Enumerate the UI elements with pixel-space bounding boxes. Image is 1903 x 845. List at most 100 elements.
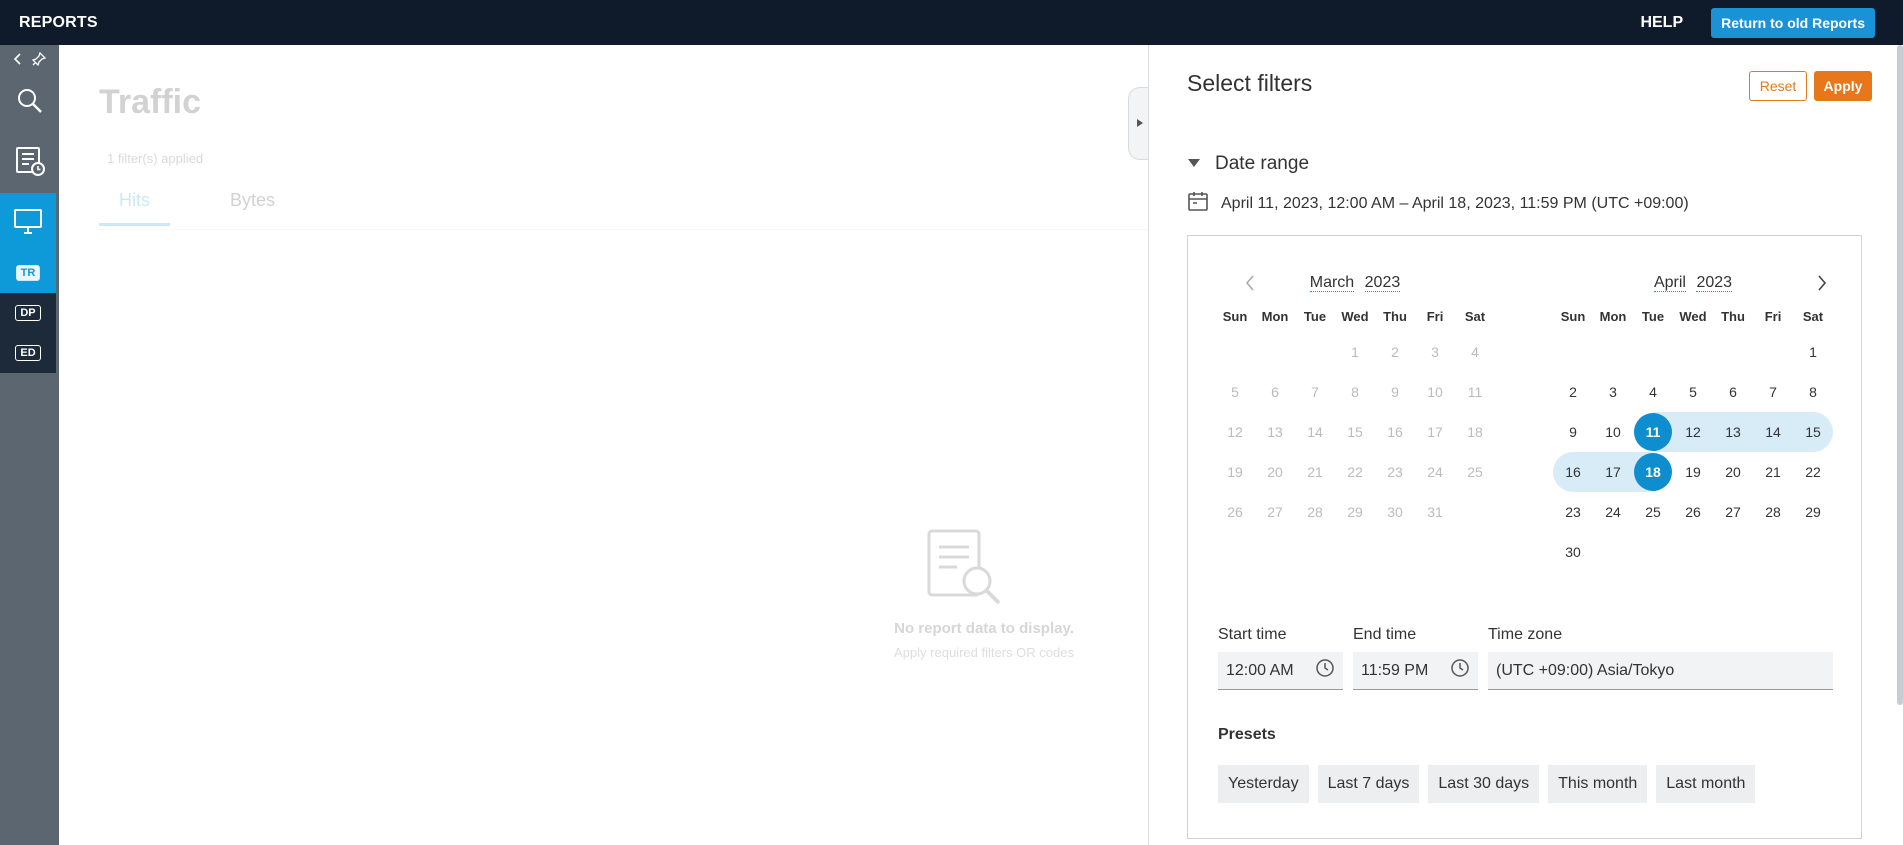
start-time-value: 12:00 AM [1226, 661, 1294, 679]
day-cell[interactable]: 8 [1793, 372, 1833, 412]
day-number: 20 [1725, 464, 1741, 480]
collapse-sidebar-icon[interactable] [10, 51, 26, 67]
day-cell: 8 [1335, 372, 1375, 412]
report-tabs: Hits Bytes [99, 190, 335, 226]
filters-applied-text: 1 filter(s) applied [107, 151, 204, 166]
sidebar-controls [0, 45, 59, 73]
day-cell[interactable]: 4 [1633, 372, 1673, 412]
date-range-section-toggle[interactable]: Date range [1187, 153, 1309, 175]
month-select[interactable]: March [1309, 274, 1355, 292]
help-link[interactable]: HELP [1640, 14, 1683, 32]
day-number: 7 [1311, 384, 1319, 400]
day-number: 27 [1725, 504, 1741, 520]
day-cell[interactable]: 29 [1793, 492, 1833, 532]
day-number: 4 [1471, 344, 1479, 360]
preset-this-month-button[interactable]: This month [1548, 765, 1648, 803]
day-cell[interactable]: 1 [1793, 332, 1833, 372]
date-range-summary: April 11, 2023, 12:00 AM – April 18, 202… [1187, 190, 1689, 217]
weekday-header: Wed [1679, 308, 1707, 324]
next-month-button[interactable] [1811, 272, 1833, 294]
day-number: 30 [1565, 544, 1581, 560]
day-cell[interactable]: 5 [1673, 372, 1713, 412]
reset-button[interactable]: Reset [1749, 71, 1807, 101]
day-cell[interactable]: 17 [1593, 452, 1633, 492]
day-cell[interactable]: 30 [1553, 532, 1593, 572]
day-number: 24 [1605, 504, 1621, 520]
return-to-old-reports-button[interactable]: Return to old Reports [1711, 7, 1875, 38]
day-cell: 30 [1375, 492, 1415, 532]
page-scrollbar[interactable] [1897, 45, 1903, 705]
day-number: 15 [1347, 424, 1363, 440]
day-cell[interactable]: 24 [1593, 492, 1633, 532]
preset-yesterday-button[interactable]: Yesterday [1218, 765, 1309, 803]
calendar-month-label: March 2023 [1307, 274, 1404, 292]
preset-last-7-days-button[interactable]: Last 7 days [1317, 765, 1420, 803]
month-select[interactable]: April [1653, 274, 1686, 292]
day-cell[interactable]: 3 [1593, 372, 1633, 412]
day-number: 21 [1765, 464, 1781, 480]
pin-icon[interactable] [31, 51, 47, 67]
day-cell[interactable]: 9 [1553, 412, 1593, 452]
day-cell[interactable]: 7 [1753, 372, 1793, 412]
preset-last-30-days-button[interactable]: Last 30 days [1428, 765, 1540, 803]
day-cell[interactable]: 16 [1553, 452, 1593, 492]
day-number: 15 [1805, 424, 1821, 440]
start-time-input[interactable]: 12:00 AM [1218, 652, 1343, 690]
apply-button[interactable]: Apply [1814, 71, 1872, 101]
start-time-label: Start time [1218, 626, 1287, 643]
time-zone-label: Time zone [1488, 626, 1563, 643]
weekday-header: Tue [1303, 308, 1327, 324]
end-time-input[interactable]: 11:59 PM [1353, 652, 1478, 690]
day-cell[interactable]: 18 [1633, 452, 1673, 492]
sidebar-item-ed[interactable]: ED [0, 333, 56, 373]
preset-last-month-button[interactable]: Last month [1656, 765, 1756, 803]
sidebar-item-monitor[interactable] [0, 193, 56, 253]
tab-hits[interactable]: Hits [99, 190, 170, 226]
day-cell[interactable]: 20 [1713, 452, 1753, 492]
day-cell[interactable]: 10 [1593, 412, 1633, 452]
day-cell: 27 [1255, 492, 1295, 532]
day-number: 8 [1809, 384, 1817, 400]
prev-month-button[interactable] [1239, 272, 1261, 294]
day-cell[interactable]: 19 [1673, 452, 1713, 492]
day-cell[interactable]: 26 [1673, 492, 1713, 532]
day-number: 21 [1307, 464, 1323, 480]
day-cell[interactable]: 21 [1753, 452, 1793, 492]
day-cell[interactable]: 12 [1673, 412, 1713, 452]
day-cell[interactable]: 6 [1713, 372, 1753, 412]
day-cell[interactable]: 14 [1753, 412, 1793, 452]
day-cell[interactable]: 25 [1633, 492, 1673, 532]
weekday-header: Mon [1599, 308, 1627, 324]
empty-day-cell [1215, 332, 1255, 372]
day-cell[interactable]: 22 [1793, 452, 1833, 492]
time-zone-select[interactable]: (UTC +09:00) Asia/Tokyo [1488, 652, 1833, 690]
tab-bytes[interactable]: Bytes [210, 190, 295, 226]
day-cell[interactable]: 13 [1713, 412, 1753, 452]
sidebar-item-dp[interactable]: DP [0, 293, 56, 333]
sidebar-item-search[interactable] [0, 73, 59, 133]
day-cell[interactable]: 28 [1753, 492, 1793, 532]
day-cell[interactable]: 15 [1793, 412, 1833, 452]
day-number: 24 [1427, 464, 1443, 480]
day-cell[interactable]: 23 [1553, 492, 1593, 532]
empty-day-cell [1673, 332, 1713, 372]
start-time-field: Start time 12:00 AM [1218, 626, 1343, 690]
year-select[interactable]: 2023 [1696, 274, 1733, 292]
day-cell[interactable]: 2 [1553, 372, 1593, 412]
day-cell[interactable]: 27 [1713, 492, 1753, 532]
page-title: Traffic [99, 83, 202, 121]
day-cell: 1 [1335, 332, 1375, 372]
clock-icon[interactable] [1450, 658, 1470, 683]
empty-report-icon [919, 523, 1009, 618]
presets-label: Presets [1218, 726, 1276, 743]
day-cell[interactable]: 11 [1633, 412, 1673, 452]
day-number: 17 [1605, 464, 1621, 480]
calendar-header: April 2023 [1553, 266, 1833, 300]
calendar-grid: Sun Mon Tue Wed Thu Fri Sat 1 2 3 4 5 6 7 8 9 10 11 12 13 14… [1553, 300, 1833, 572]
year-select[interactable]: 2023 [1364, 274, 1401, 292]
sidebar-item-tr[interactable]: TR [0, 253, 56, 293]
panel-toggle-handle[interactable] [1128, 87, 1150, 160]
day-number: 16 [1565, 464, 1581, 480]
sidebar-item-scheduled-reports[interactable] [0, 133, 59, 193]
clock-icon[interactable] [1315, 658, 1335, 683]
